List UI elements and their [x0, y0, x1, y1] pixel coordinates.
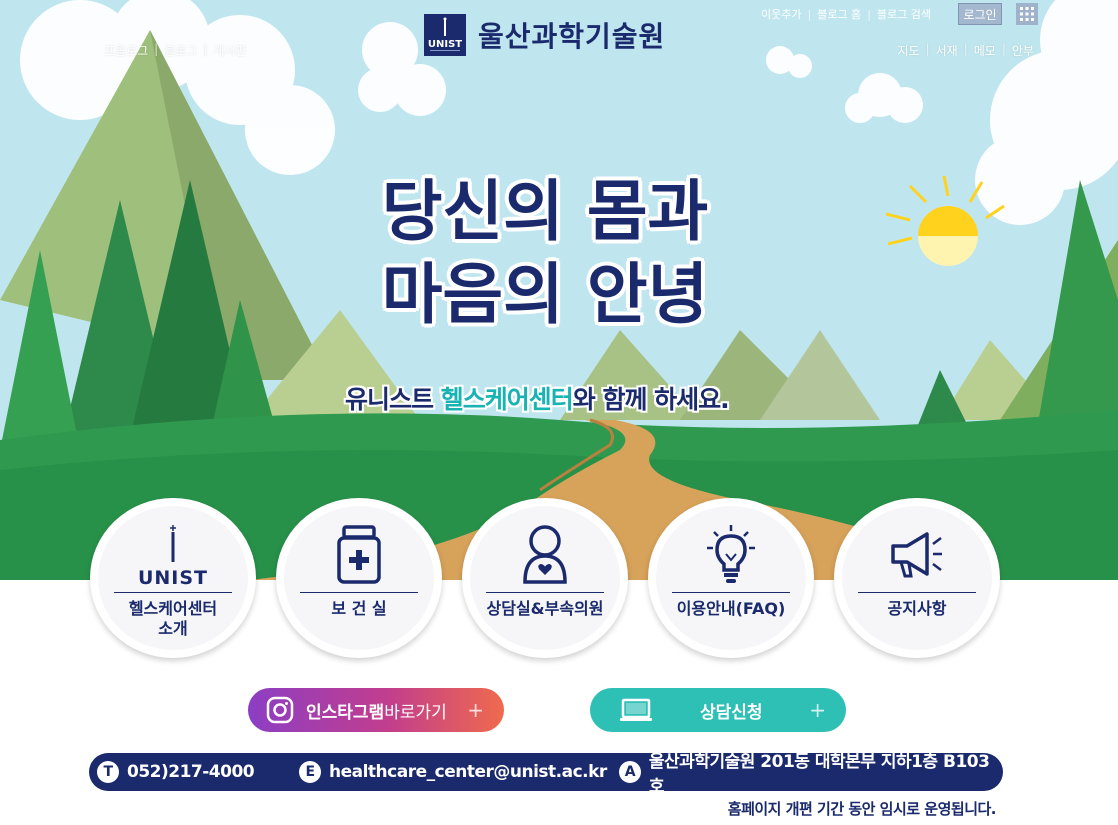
menu-divider — [672, 592, 790, 593]
temporary-notice: 홈페이지 개편 기간 동안 임시로 운영됩니다. — [727, 800, 997, 818]
site-title: 울산과학기술원 — [478, 20, 666, 53]
instagram-label-bold: 인스타그램 — [306, 702, 385, 723]
util-blog-search[interactable]: 블로그 검색 — [871, 6, 937, 22]
plus-icon: + — [467, 698, 484, 722]
logo-wordmark: UNIST — [428, 39, 462, 50]
app-grid-button[interactable] — [1016, 3, 1038, 25]
counsel-label: 상담신청 — [700, 702, 763, 723]
menu-divider — [858, 592, 976, 593]
megaphone-icon — [887, 524, 947, 586]
menu-counsel-label: 상담실&부속의원 — [486, 599, 604, 618]
address-text: 울산과학기술원 201동 대학본부 지하1층 B103호 — [648, 752, 990, 797]
util-blog-home[interactable]: 블로그 홈 — [811, 6, 867, 22]
nav-guestbook[interactable]: 안부 — [1006, 42, 1040, 59]
instagram-icon — [266, 696, 294, 724]
menu-divider — [114, 592, 232, 593]
util-add-neighbor[interactable]: 이웃추가 — [755, 6, 807, 22]
subline-accent: 헬스케어센터 — [440, 385, 574, 414]
email-badge-icon: E — [299, 761, 321, 783]
subline-after: 와 함께 하세요. — [572, 385, 730, 414]
instagram-label-rest: 바로가기 — [384, 702, 447, 723]
phone-badge-icon: T — [97, 761, 119, 783]
intro-logo-wordmark: UNIST — [138, 567, 208, 586]
address-badge-icon: A — [619, 761, 641, 783]
grid-icon — [1020, 7, 1034, 21]
headline-line-1: 당신의 몸과 — [381, 172, 709, 250]
login-button[interactable]: 로그인 — [958, 3, 1002, 25]
menu-intro-label: 헬스케어센터 소개 — [128, 599, 218, 638]
unist-mark-icon: UNIST — [133, 524, 213, 586]
menu-faq[interactable]: 이용안내(FAQ) — [648, 498, 814, 658]
menu-intro[interactable]: UNIST 헬스케어센터 소개 — [90, 498, 256, 658]
headline-line-2: 마음의 안녕 — [381, 254, 709, 333]
hero-subline: 유니스트 헬스케어센터와 함께 하세요. — [345, 380, 730, 416]
menu-notice[interactable]: 공지사항 — [834, 498, 1000, 658]
person-heart-icon — [520, 524, 570, 586]
nav-prologue[interactable]: 프롤로그 — [98, 42, 154, 59]
nav-blog[interactable]: 블로그 — [158, 42, 203, 59]
menu-notice-label: 공지사항 — [887, 599, 947, 618]
plus-icon: + — [809, 698, 826, 722]
subline-before: 유니스트 — [345, 385, 441, 414]
unist-logo[interactable]: UNIST 울산과학기술원 — [424, 14, 665, 56]
menu-divider — [300, 592, 418, 593]
hero-headline: 당신의 몸과 마음의 안녕 — [345, 170, 745, 335]
instagram-link-button[interactable]: 인스타그램 바로가기 + — [248, 688, 504, 732]
unist-emblem: UNIST — [424, 14, 466, 56]
phone-number[interactable]: 052)217-4000 — [127, 762, 255, 782]
medicine-bottle-icon — [334, 524, 384, 586]
contact-bar: T 052)217-4000 E healthcare_center@unist… — [89, 752, 1003, 797]
menu-clinic[interactable]: 보 건 실 — [276, 498, 442, 658]
contact-email: E healthcare_center@unist.ac.kr — [299, 753, 607, 791]
nav-board[interactable]: 게시판 — [207, 42, 252, 59]
lightbulb-icon — [704, 524, 758, 586]
contact-address: A 울산과학기술원 201동 대학본부 지하1층 B103호 — [619, 752, 1003, 797]
menu-clinic-label: 보 건 실 — [331, 599, 387, 618]
menu-faq-label: 이용안내(FAQ) — [676, 599, 786, 618]
nav-library[interactable]: 서재 — [930, 42, 964, 59]
blog-page: 프롤로그 | 블로그 | 게시판 이웃추가 | 블로그 홈 | 블로그 검색 로그인 지… — [0, 0, 1118, 825]
nav-map[interactable]: 지도 — [891, 42, 925, 59]
blog-utility-links: 이웃추가 | 블로그 홈 | 블로그 검색 — [755, 6, 937, 22]
menu-divider — [486, 592, 604, 593]
contact-phone: T 052)217-4000 — [97, 753, 255, 791]
blog-nav-left: 프롤로그 | 블로그 | 게시판 — [98, 42, 253, 59]
counsel-request-button[interactable]: 상담신청 + — [590, 688, 846, 732]
laptop-icon — [620, 698, 652, 721]
nav-memo[interactable]: 메모 — [968, 42, 1002, 59]
email-address[interactable]: healthcare_center@unist.ac.kr — [329, 762, 607, 782]
blog-nav-right: 지도 | 서재 | 메모 | 안부 — [891, 42, 1040, 59]
menu-counsel[interactable]: 상담실&부속의원 — [462, 498, 628, 658]
